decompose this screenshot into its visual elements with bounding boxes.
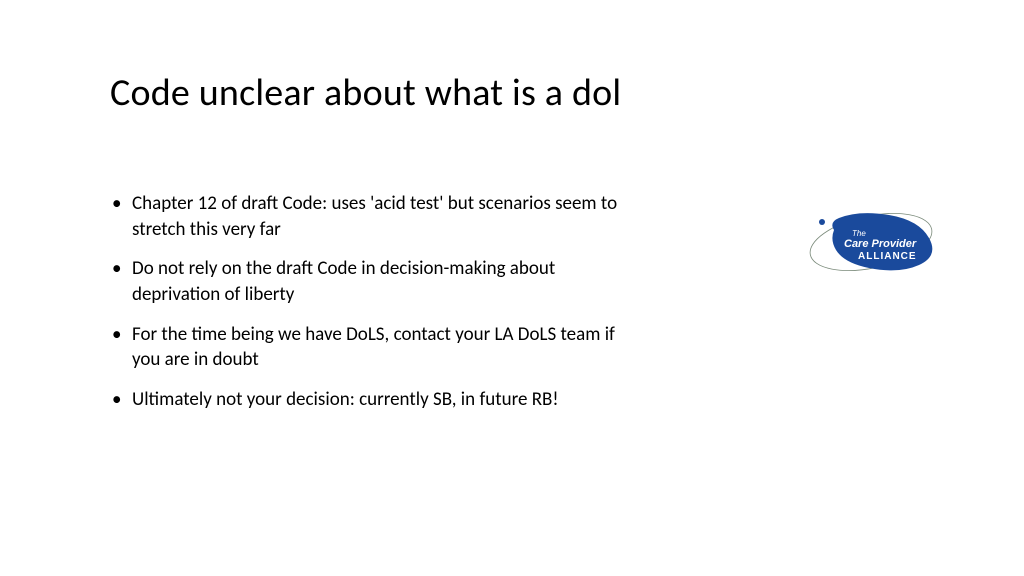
slide: Code unclear about what is a dol Chapter… [0,0,1024,576]
bullet-list: Chapter 12 of draft Code: uses 'acid tes… [110,191,640,426]
logo-text-alliance: ALLIANCE [858,251,917,262]
bullet-item: Ultimately not your decision: currently … [110,387,640,413]
bullet-item: Chapter 12 of draft Code: uses 'acid tes… [110,191,640,242]
bullet-item: For the time being we have DoLS, contact… [110,322,640,373]
content-row: Chapter 12 of draft Code: uses 'acid tes… [110,191,914,426]
logo-text-the: The [852,229,866,238]
slide-title: Code unclear about what is a dol [110,70,914,116]
care-provider-alliance-logo: The Care Provider ALLIANCE [804,200,939,290]
logo-text-care-provider: Care Provider [844,238,917,250]
bullet-item: Do not rely on the draft Code in decisio… [110,256,640,307]
logo-icon: The Care Provider ALLIANCE [804,200,939,285]
